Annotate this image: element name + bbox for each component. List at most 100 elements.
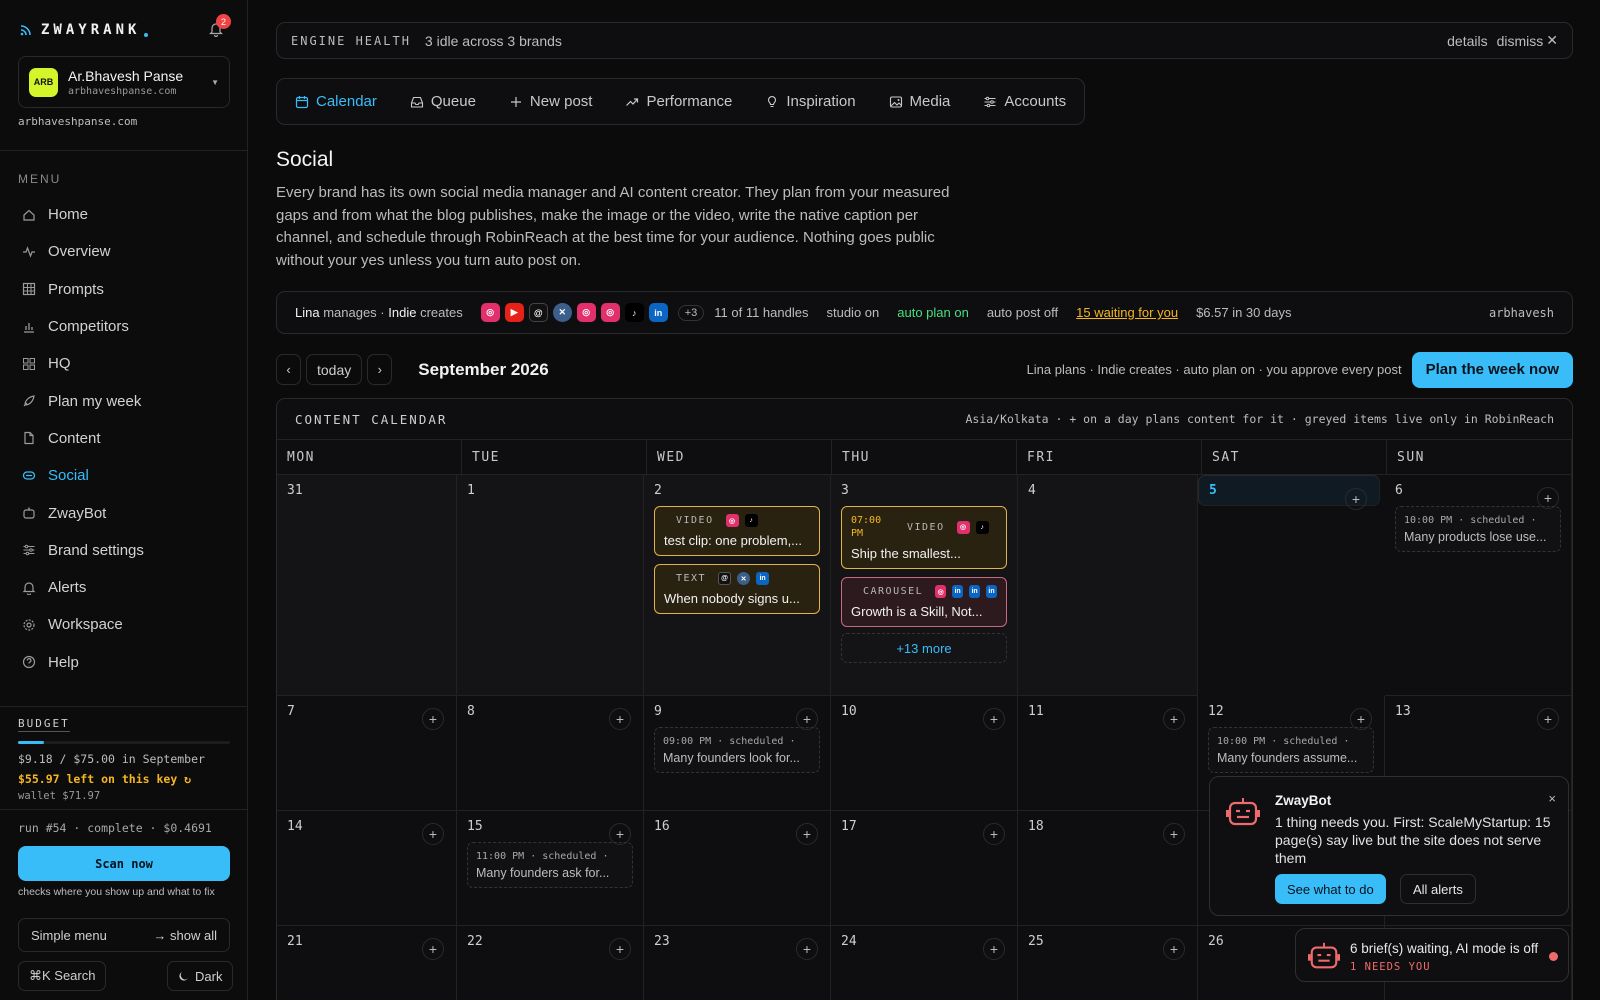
scheduled-item[interactable]: 11:00 PM · scheduled · Many founders ask… [467, 842, 633, 888]
more-handles-badge[interactable]: +3 [677, 304, 705, 321]
sidebar-item-content[interactable]: Content [18, 420, 230, 457]
tab-performance[interactable]: Performance [625, 93, 732, 110]
post-card[interactable]: CAROUSEL ◎ in in in Growth is a Skill, Not.… [841, 577, 1007, 627]
calendar-day[interactable]: 15 + 11:00 PM · scheduled · Many founders… [457, 811, 644, 926]
post-card[interactable]: 07:00 PM VIDEO ◎ ♪ Ship the smallest... [841, 506, 1007, 569]
notifications-button[interactable]: 2 [209, 14, 231, 37]
add-content-button[interactable]: + [1350, 708, 1372, 730]
more-posts-button[interactable]: +13 more [841, 633, 1007, 663]
simple-menu-toggle[interactable]: Simple menu → show all [18, 918, 230, 952]
add-content-button[interactable]: + [796, 938, 818, 960]
tab-accounts[interactable]: Accounts [983, 93, 1066, 110]
add-content-button[interactable]: + [1163, 708, 1185, 730]
sidebar-item-overview[interactable]: Overview [18, 233, 230, 270]
waiting-link[interactable]: 15 waiting for you [1076, 305, 1178, 320]
sidebar-item-home[interactable]: Home [18, 196, 230, 233]
calendar-day[interactable]: 8 + [457, 696, 644, 811]
add-content-button[interactable]: + [1537, 708, 1559, 730]
search-button[interactable]: ⌘K Search [18, 961, 107, 991]
add-content-button[interactable]: + [796, 708, 818, 730]
scheduled-item[interactable]: 10:00 PM · scheduled · Many founders ass… [1208, 727, 1374, 773]
sidebar-item-help[interactable]: Help [18, 644, 230, 681]
calendar-day[interactable]: 7 + [277, 696, 457, 811]
calendar-day[interactable]: 4 [1018, 475, 1198, 696]
zwaybot-close-icon[interactable]: × [1548, 791, 1556, 806]
add-content-button[interactable]: + [1537, 487, 1559, 509]
all-alerts-button[interactable]: All alerts [1400, 874, 1476, 904]
tab-calendar[interactable]: Calendar [295, 93, 377, 110]
logo[interactable]: ZWAYRANK [20, 22, 149, 38]
calendar-day[interactable]: 6 + 10:00 PM · scheduled · Many products … [1385, 475, 1572, 696]
calendar-day[interactable]: 17 + [831, 811, 1018, 926]
calendar-day[interactable]: 21 + [277, 926, 457, 1000]
next-month-button[interactable]: › [367, 354, 393, 385]
add-content-button[interactable]: + [983, 938, 1005, 960]
dismiss-button[interactable]: dismiss ✕ [1497, 32, 1558, 49]
add-content-button[interactable]: + [422, 823, 444, 845]
youtube-icon[interactable]: ▶ [504, 303, 524, 322]
briefs-waiting-toast[interactable]: 6 brief(s) waiting, AI mode is off 1 NEE… [1295, 928, 1569, 982]
add-content-button[interactable]: + [1345, 488, 1367, 510]
tab-queue[interactable]: Queue [410, 93, 476, 110]
calendar-day[interactable]: 23 + [644, 926, 831, 1000]
tab-media[interactable]: Media [889, 93, 950, 110]
tiktok-icon[interactable]: ♪ [624, 303, 644, 322]
tab-new-post[interactable]: New post [509, 93, 592, 110]
calendar-day[interactable]: 3 07:00 PM VIDEO ◎ ♪ Ship the smallest...… [831, 475, 1018, 696]
sidebar-item-competitors[interactable]: Competitors [18, 308, 230, 345]
scan-now-button[interactable]: Scan now [18, 846, 230, 881]
add-content-button[interactable]: + [609, 708, 631, 730]
add-content-button[interactable]: + [422, 708, 444, 730]
sidebar-item-prompts[interactable]: Prompts [18, 271, 230, 308]
calendar-day[interactable]: 24 + [831, 926, 1018, 1000]
sidebar-item-brand-settings[interactable]: Brand settings [18, 532, 230, 569]
tab-label: Calendar [316, 93, 377, 110]
add-content-button[interactable]: + [1163, 938, 1185, 960]
calendar-day[interactable]: 11 + [1018, 696, 1198, 811]
threads-icon[interactable]: @ [528, 303, 548, 322]
scheduled-item[interactable]: 10:00 PM · scheduled · Many products los… [1395, 506, 1561, 552]
add-content-button[interactable]: + [983, 708, 1005, 730]
x-avatar-icon[interactable]: ✕ [552, 303, 572, 322]
see-what-to-do-button[interactable]: See what to do [1275, 874, 1386, 904]
add-content-button[interactable]: + [983, 823, 1005, 845]
calendar-day[interactable]: 18 + [1018, 811, 1198, 926]
add-content-button[interactable]: + [796, 823, 818, 845]
add-content-button[interactable]: + [1163, 823, 1185, 845]
plan-week-button[interactable]: Plan the week now [1411, 351, 1573, 388]
auto-post-status: auto post off [986, 305, 1059, 320]
instagram-icon[interactable]: ◎ [480, 303, 500, 322]
post-card[interactable]: VIDEO ◎ ♪ test clip: one problem,... [654, 506, 820, 556]
sidebar-item-workspace[interactable]: Workspace [18, 606, 230, 643]
scheduled-item[interactable]: 09:00 PM · scheduled · Many founders loo… [654, 727, 820, 773]
calendar-day[interactable]: 22 + [457, 926, 644, 1000]
calendar-day[interactable]: 31 [277, 475, 457, 696]
calendar-day[interactable]: 10 + [831, 696, 1018, 811]
sidebar-item-plan-my-week[interactable]: Plan my week [18, 382, 230, 419]
instagram-icon[interactable]: ◎ [600, 303, 620, 322]
account-switcher[interactable]: ARB Ar.Bhavesh Panse arbhaveshpanse.com … [18, 56, 230, 108]
linkedin-icon[interactable]: in [648, 303, 668, 322]
calendar-day[interactable]: 5 + [1198, 475, 1380, 510]
add-content-button[interactable]: + [609, 823, 631, 845]
sidebar-item-social[interactable]: Social [18, 457, 230, 494]
calendar-day[interactable]: 9 + 09:00 PM · scheduled · Many founders … [644, 696, 831, 811]
today-button[interactable]: today [306, 354, 363, 385]
calendar-day[interactable]: 25 + [1018, 926, 1198, 1000]
show-all-link[interactable]: → show all [153, 928, 217, 943]
sidebar-item-alerts[interactable]: Alerts [18, 569, 230, 606]
prev-month-button[interactable]: ‹ [276, 354, 301, 385]
theme-toggle[interactable]: Dark [167, 961, 234, 991]
tab-inspiration[interactable]: Inspiration [765, 93, 856, 110]
sidebar-item-zwaybot[interactable]: ZwayBot [18, 494, 230, 531]
calendar-day[interactable]: 1 [457, 475, 644, 696]
add-content-button[interactable]: + [422, 938, 444, 960]
calendar-day[interactable]: 14 + [277, 811, 457, 926]
details-link[interactable]: details [1447, 33, 1487, 49]
post-card[interactable]: TEXT @ ✕ in When nobody signs u... [654, 564, 820, 614]
add-content-button[interactable]: + [609, 938, 631, 960]
sidebar-item-hq[interactable]: HQ [18, 345, 230, 382]
calendar-day[interactable]: 16 + [644, 811, 831, 926]
calendar-day[interactable]: 2 VIDEO ◎ ♪ test clip: one problem,... TE… [644, 475, 831, 696]
instagram-icon[interactable]: ◎ [576, 303, 596, 322]
